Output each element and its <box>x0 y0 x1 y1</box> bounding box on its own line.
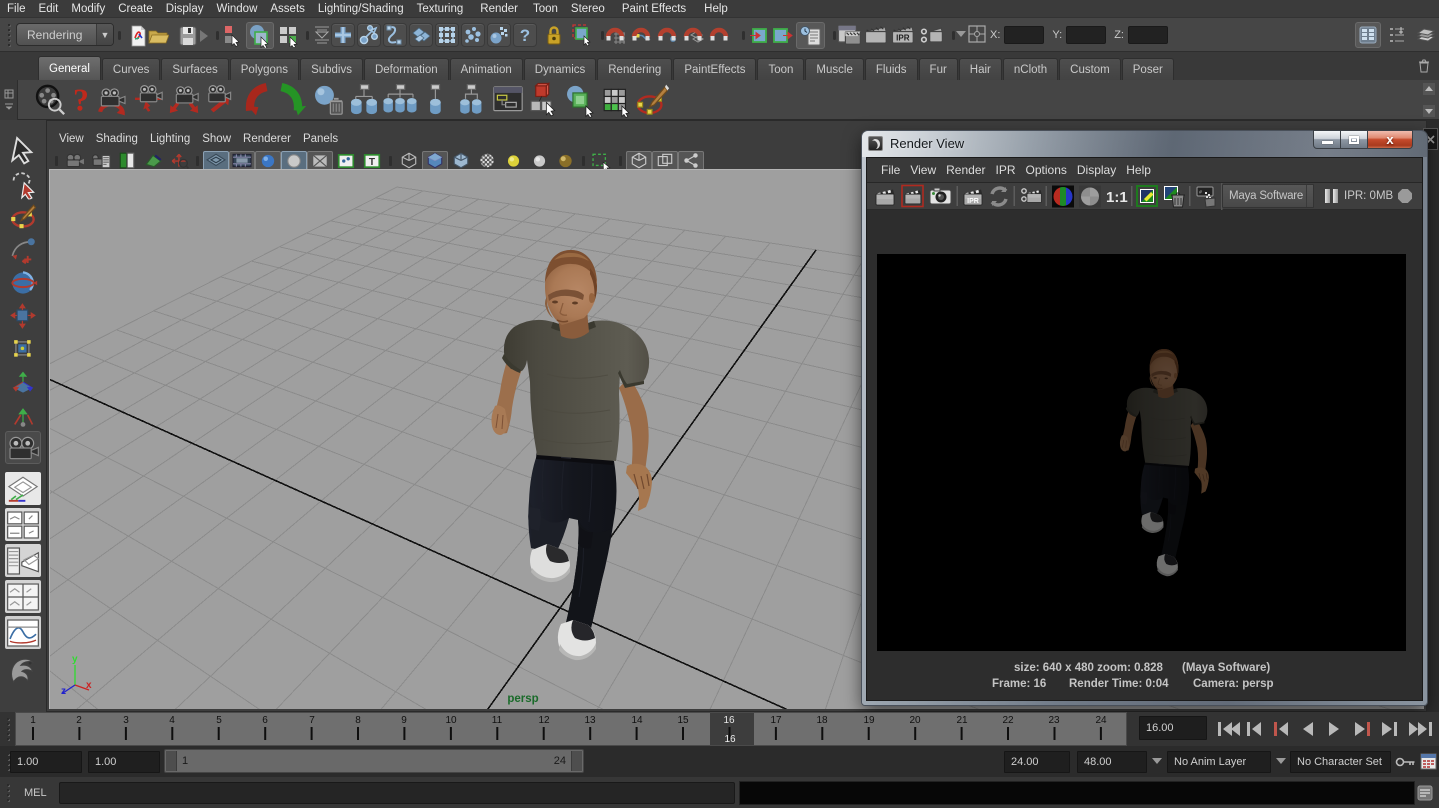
svg-text:#: # <box>1199 190 1202 196</box>
svg-text:?: ? <box>520 26 530 45</box>
svg-text:16: 16 <box>723 715 735 726</box>
svg-text:8: 8 <box>355 715 361 726</box>
svg-text:20: 20 <box>909 715 921 726</box>
svg-text:13: 13 <box>584 715 596 726</box>
svg-text:2: 2 <box>76 715 82 726</box>
svg-text:24: 24 <box>1095 715 1107 726</box>
svg-text:5: 5 <box>216 715 222 726</box>
svg-text:19: 19 <box>863 715 875 726</box>
svg-text:persp: persp <box>507 693 538 705</box>
svg-text:3: 3 <box>123 715 129 726</box>
svg-text:IPR: IPR <box>896 34 910 43</box>
svg-text:23: 23 <box>1048 715 1060 726</box>
svg-text:10: 10 <box>445 715 457 726</box>
svg-text:1:1: 1:1 <box>1106 189 1128 206</box>
svg-text:21: 21 <box>956 715 968 726</box>
svg-text:15: 15 <box>677 715 689 726</box>
svg-text:22: 22 <box>1002 715 1014 726</box>
svg-text:z: z <box>61 686 66 697</box>
svg-text:T: T <box>369 156 376 167</box>
svg-text:12: 12 <box>538 715 550 726</box>
svg-text:11: 11 <box>492 715 503 726</box>
svg-text:18: 18 <box>816 715 828 726</box>
svg-text:IPR: IPR <box>967 198 979 205</box>
svg-text:7: 7 <box>309 715 315 726</box>
svg-text:6: 6 <box>262 715 268 726</box>
svg-text:y: y <box>72 654 78 665</box>
svg-text:?: ? <box>73 83 89 116</box>
svg-text:17: 17 <box>770 715 782 726</box>
svg-text:x: x <box>86 680 92 691</box>
svg-text:1: 1 <box>30 715 36 726</box>
svg-text:14: 14 <box>631 715 643 726</box>
svg-text:9: 9 <box>401 715 407 726</box>
svg-text:4: 4 <box>169 715 175 726</box>
